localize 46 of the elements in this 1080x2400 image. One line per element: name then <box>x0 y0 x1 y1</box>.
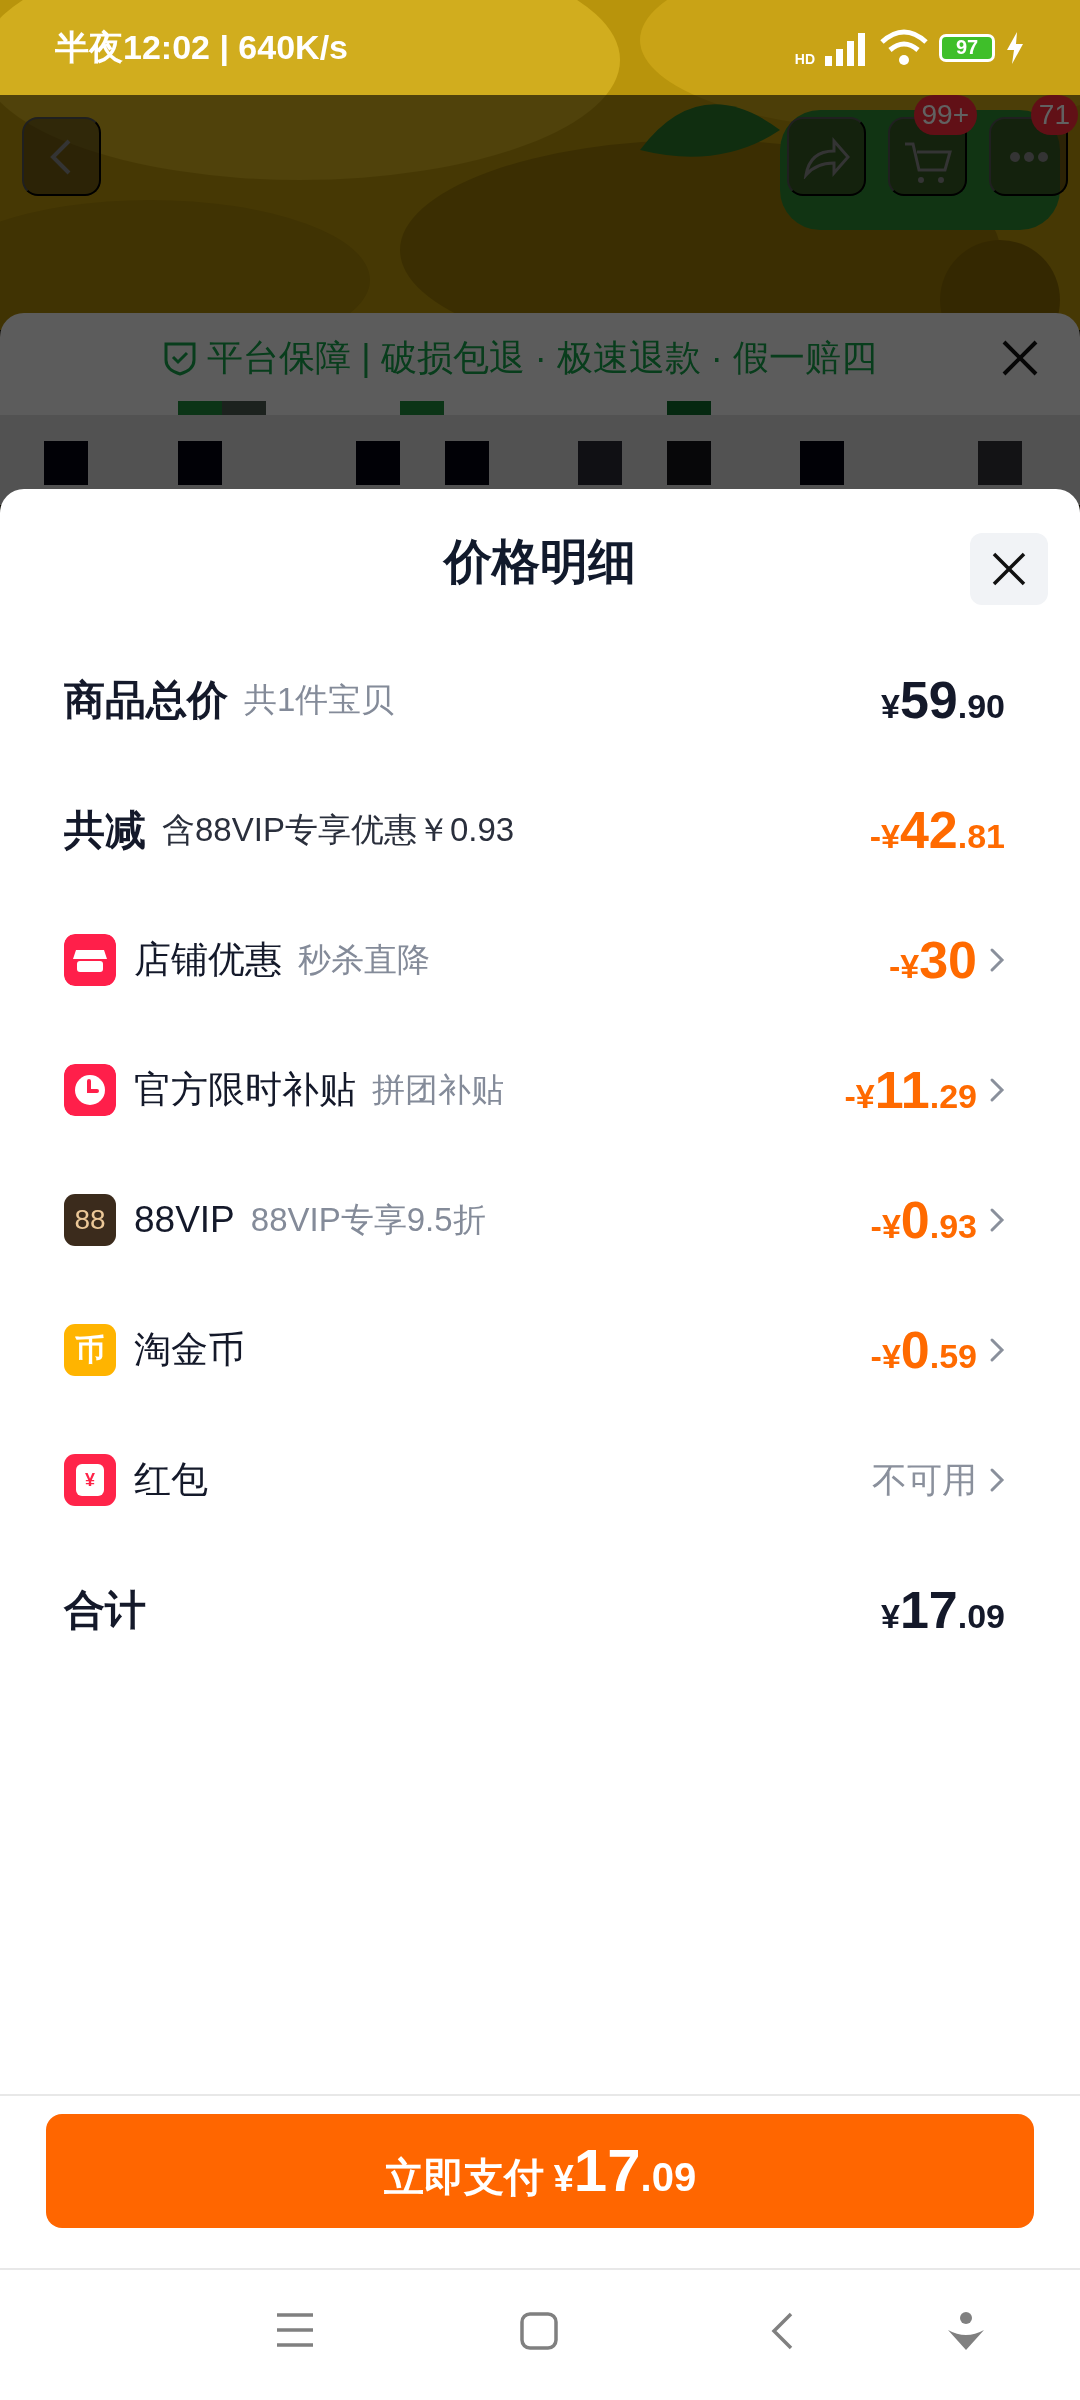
chevron-icon[interactable] <box>989 1076 1005 1104</box>
row-label: 官方限时补贴 <box>134 1068 356 1112</box>
price-amount: -¥30 <box>888 930 977 990</box>
network-label: HD <box>794 50 815 67</box>
status-text: 不可用 <box>872 1458 977 1501</box>
close-icon[interactable] <box>991 551 1027 587</box>
store-icon <box>64 934 116 986</box>
shield-check-icon <box>163 340 198 376</box>
coin-icon: 币 <box>64 1324 116 1376</box>
chevron-icon[interactable] <box>989 1336 1005 1364</box>
price-amount: -¥11.29 <box>844 1060 977 1120</box>
price-amount: ¥17.09 <box>880 1580 1005 1640</box>
row-label: 88VIP <box>134 1199 235 1241</box>
home-icon[interactable] <box>520 2312 558 2350</box>
chevron-icon[interactable] <box>989 1206 1005 1234</box>
row-note: 秒杀直降 <box>298 939 430 980</box>
vip-icon: 88 <box>64 1194 116 1246</box>
row-label: 商品总价 <box>64 675 228 725</box>
charging-icon <box>1005 31 1025 64</box>
chevron-icon[interactable] <box>989 1466 1005 1494</box>
menu-icon[interactable] <box>276 2312 314 2348</box>
status-time: 半夜12:02 | 640K/s <box>55 26 348 68</box>
row-note: 含88VIP专享优惠￥0.93 <box>162 809 515 850</box>
wifi-icon <box>879 28 929 67</box>
row-label: 淘金币 <box>134 1328 245 1372</box>
pay-button[interactable]: 立即支付 ¥17.09 <box>46 2114 1034 2228</box>
row-note: 拼团补贴 <box>372 1069 504 1110</box>
row-label: 店铺优惠 <box>134 938 282 982</box>
close-button[interactable] <box>970 533 1048 605</box>
clock-icon <box>64 1064 116 1116</box>
sheet-title: 价格明细 <box>444 534 636 590</box>
row-label: 共减 <box>64 805 146 855</box>
guarantee-text: 平台保障 | 破损包退 · 极速退款 · 假一赔四 <box>207 335 877 380</box>
battery-icon: 97 <box>939 33 995 62</box>
row-note: 88VIP专享9.5折 <box>250 1199 486 1240</box>
price-amount: -¥42.81 <box>869 800 1005 860</box>
price-amount: ¥59.90 <box>880 670 1005 730</box>
chevron-icon[interactable] <box>989 946 1005 974</box>
back-icon[interactable] <box>770 2312 794 2350</box>
price-amount: -¥0.59 <box>870 1320 977 1380</box>
row-label: 合计 <box>64 1585 146 1635</box>
assistant-icon[interactable] <box>948 2312 984 2350</box>
price-amount: -¥0.93 <box>870 1190 977 1250</box>
envelope-icon: ¥ <box>64 1454 116 1506</box>
row-label: 红包 <box>134 1458 208 1502</box>
row-note: 共1件宝贝 <box>244 679 395 720</box>
